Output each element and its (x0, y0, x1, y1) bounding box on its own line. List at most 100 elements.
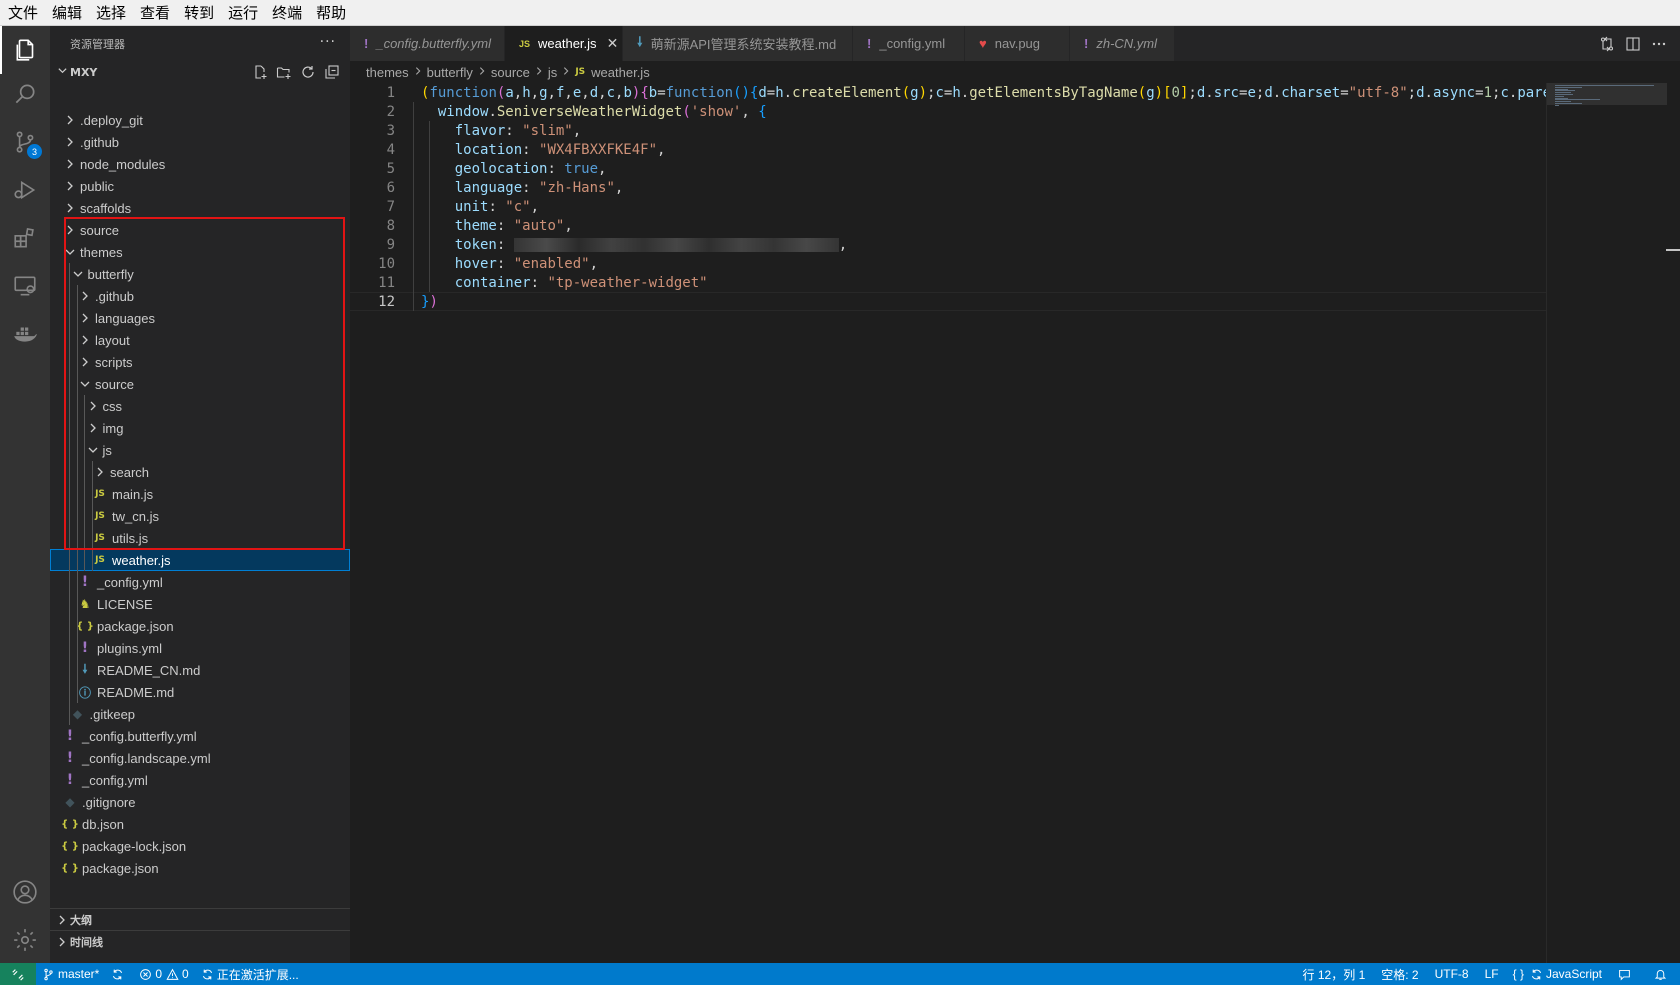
sync-status[interactable] (105, 963, 133, 985)
run-debug-icon[interactable] (0, 166, 50, 214)
tree-folder-item[interactable]: .github (50, 285, 350, 307)
docker-icon[interactable] (0, 310, 50, 358)
editor-tab[interactable]: ! _config.yml (853, 26, 965, 61)
code-line[interactable]: 7 unit: "c", (350, 197, 1546, 216)
tree-folder-item[interactable]: public (50, 175, 350, 197)
indentation-status[interactable]: 空格: 2 (1373, 963, 1426, 985)
tree-folder-item[interactable]: .deploy_git (50, 109, 350, 131)
tree-file-item[interactable]: JS tw_cn.js (50, 505, 350, 527)
tree-file-item[interactable]: ♞ LICENSE (50, 593, 350, 615)
tree-folder-item[interactable]: scripts (50, 351, 350, 373)
tree-file-item[interactable]: JS utils.js (50, 527, 350, 549)
editor-tab[interactable]: ♥ nav.pug (965, 26, 1070, 61)
tree-file-item[interactable]: { } db.json (50, 813, 350, 835)
source-control-icon[interactable]: 3 (0, 118, 50, 166)
remote-explorer-icon[interactable] (0, 262, 50, 310)
editor-tab[interactable]: ! _config.butterfly.yml (350, 26, 505, 61)
tree-folder-item[interactable]: source (50, 373, 350, 395)
tree-file-item[interactable]: ! _config.yml (50, 769, 350, 791)
tree-file-item[interactable]: 🠗 README_CN.md (50, 659, 350, 681)
split-editor-icon[interactable] (1620, 36, 1646, 52)
tree-folder-item[interactable]: .github (50, 131, 350, 153)
menu-item[interactable]: 运行 (226, 2, 260, 23)
tree-file-item[interactable]: JS main.js (50, 483, 350, 505)
more-actions-icon[interactable]: ··· (320, 34, 336, 50)
tree-file-item[interactable]: ! _config.landscape.yml (50, 747, 350, 769)
refresh-icon[interactable] (296, 63, 320, 81)
explorer-icon[interactable] (0, 26, 50, 74)
code-line[interactable]: 6 language: "zh-Hans", (350, 178, 1546, 197)
tree-folder-item[interactable]: img (50, 417, 350, 439)
menu-item[interactable]: 帮助 (314, 2, 348, 23)
tree-file-item[interactable]: { } package.json (50, 857, 350, 879)
outline-section-header[interactable]: 大纲 (50, 908, 350, 930)
code-line[interactable]: 1 (function(a,h,g,f,e,d,c,b){b=function()… (350, 83, 1546, 102)
code-editor[interactable]: 1 (function(a,h,g,f,e,d,c,b){b=function()… (350, 83, 1546, 963)
editor-tab[interactable]: ! zh-CN.yml (1070, 26, 1175, 61)
breadcrumb-item[interactable]: butterfly (427, 65, 473, 80)
branch-status[interactable]: master* (36, 963, 105, 985)
menu-item[interactable]: 终端 (270, 2, 304, 23)
encoding-status[interactable]: UTF-8 (1427, 963, 1477, 985)
open-changes-icon[interactable] (1594, 36, 1620, 52)
menu-item[interactable]: 文件 (6, 2, 40, 23)
feedback-icon[interactable] (1608, 963, 1644, 985)
timeline-section-header[interactable]: 时间线 (50, 930, 350, 952)
code-line[interactable]: 4 location: "WX4FBXXFKE4F", (350, 140, 1546, 159)
menu-item[interactable]: 转到 (182, 2, 216, 23)
code-line[interactable]: 9 token: , (350, 235, 1546, 254)
tree-file-item[interactable]: { } package.json (50, 615, 350, 637)
tree-file-item[interactable]: JS weather.js (50, 549, 350, 571)
code-line[interactable]: 5 geolocation: true, (350, 159, 1546, 178)
tree-folder-item[interactable]: node_modules (50, 153, 350, 175)
tree-file-item[interactable]: ! _config.butterfly.yml (50, 725, 350, 747)
more-actions-icon[interactable] (1646, 36, 1672, 52)
tree-folder-item[interactable]: themes (50, 241, 350, 263)
search-icon[interactable] (0, 70, 50, 118)
problems-status[interactable]: 0 0 (133, 963, 194, 985)
breadcrumb-item[interactable]: weather.js (591, 65, 650, 80)
tree-folder-item[interactable]: layout (50, 329, 350, 351)
tree-file-item[interactable]: ! _config.yml (50, 571, 350, 593)
tree-folder-item[interactable]: butterfly (50, 263, 350, 285)
code-line[interactable]: 8 theme: "auto", (350, 216, 1546, 235)
tree-folder-item[interactable]: languages (50, 307, 350, 329)
menu-item[interactable]: 查看 (138, 2, 172, 23)
language-mode-status[interactable]: { } JavaScript (1507, 963, 1608, 985)
breadcrumb-item[interactable]: source (491, 65, 530, 80)
tree-file-item[interactable]: ⓘ README.md (50, 681, 350, 703)
settings-gear-icon[interactable] (0, 916, 50, 964)
new-folder-icon[interactable] (272, 63, 296, 81)
menu-item[interactable]: 选择 (94, 2, 128, 23)
tree-file-item[interactable]: ! plugins.yml (50, 637, 350, 659)
menu-item[interactable]: 编辑 (50, 2, 84, 23)
tree-folder-item[interactable]: js (50, 439, 350, 461)
remote-indicator-icon[interactable] (0, 963, 36, 985)
tree-file-item[interactable]: ◆ .gitignore (50, 791, 350, 813)
close-tab-icon[interactable]: ✕ (607, 35, 619, 52)
cursor-position[interactable]: 行 12，列 1 (1295, 963, 1374, 985)
notifications-bell-icon[interactable] (1644, 963, 1680, 985)
tree-file-item[interactable]: ◆ .gitkeep (50, 703, 350, 725)
code-line[interactable]: 12}) (350, 292, 1546, 311)
breadcrumb-item[interactable]: themes (366, 65, 409, 80)
tree-folder-item[interactable]: search (50, 461, 350, 483)
eol-status[interactable]: LF (1477, 963, 1507, 985)
workspace-folder-header[interactable]: MXY (50, 61, 350, 83)
extensions-icon[interactable] (0, 214, 50, 262)
tree-folder-item[interactable]: css (50, 395, 350, 417)
minimap[interactable] (1546, 83, 1667, 963)
tree-folder-item[interactable]: source (50, 219, 350, 241)
account-icon[interactable] (0, 868, 50, 916)
new-file-icon[interactable] (248, 63, 272, 81)
editor-tab[interactable]: JS weather.js ✕ (505, 26, 623, 61)
code-line[interactable]: 11 container: "tp-weather-widget" (350, 273, 1546, 292)
code-line[interactable]: 2 window.SeniverseWeatherWidget('show', … (350, 102, 1546, 121)
tree-folder-item[interactable]: scaffolds (50, 197, 350, 219)
code-line[interactable]: 10 hover: "enabled", (350, 254, 1546, 273)
collapse-all-icon[interactable] (320, 63, 344, 81)
tree-file-item[interactable]: { } package-lock.json (50, 835, 350, 857)
code-line[interactable]: 3 flavor: "slim", (350, 121, 1546, 140)
breadcrumb-item[interactable]: js (548, 65, 557, 80)
editor-tab[interactable]: 🠗 萌新源API管理系统安装教程.md (623, 26, 853, 61)
